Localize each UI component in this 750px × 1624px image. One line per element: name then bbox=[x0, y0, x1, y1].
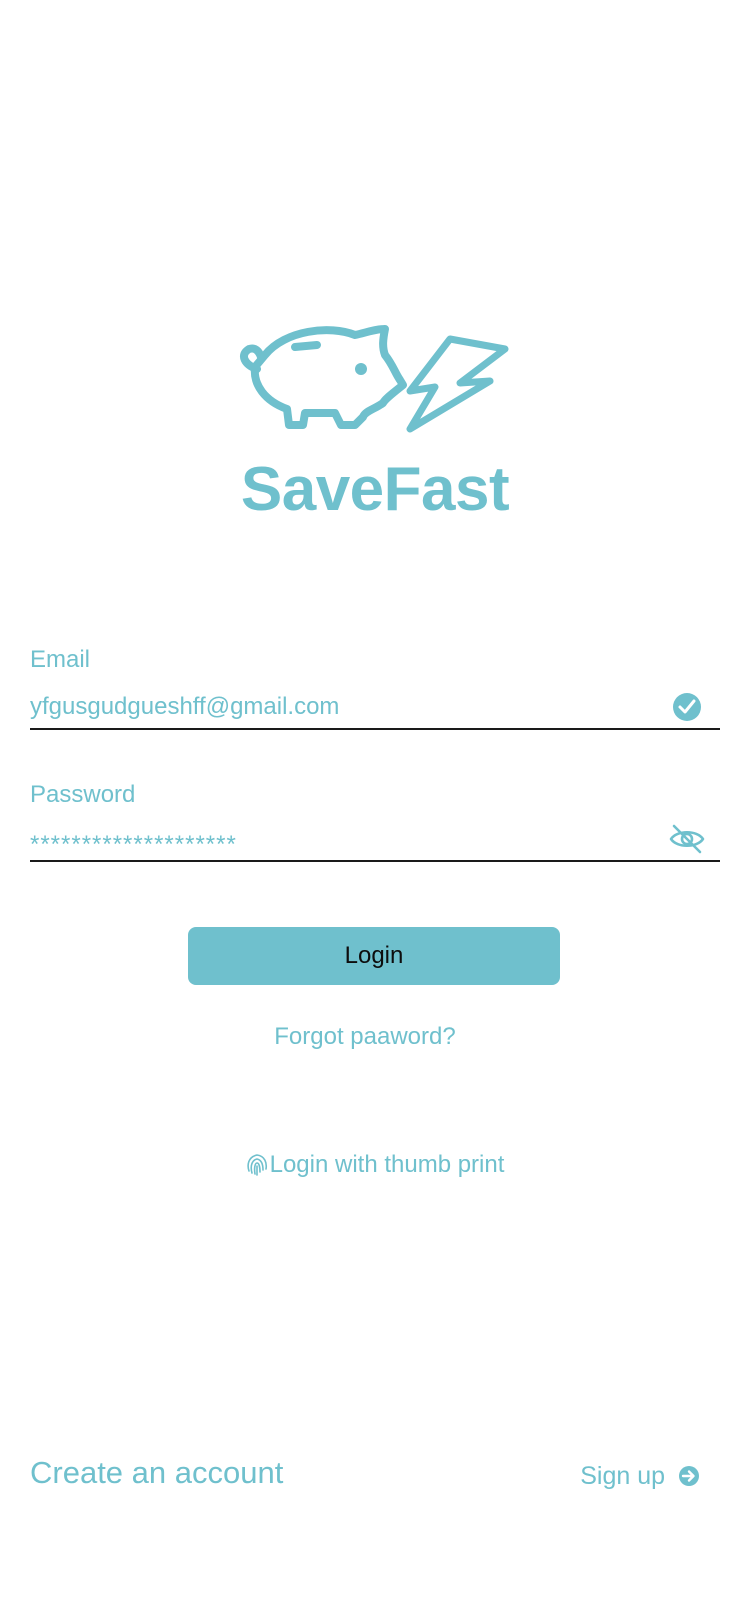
piggy-bank-lightning-icon bbox=[240, 325, 509, 433]
brand-name: SaveFast bbox=[240, 455, 510, 524]
login-button[interactable]: Login bbox=[188, 927, 560, 985]
email-value: yfgusgudgueshff@gmail.com bbox=[30, 693, 340, 720]
create-account-label: Create an account bbox=[30, 1455, 284, 1490]
email-label: Email bbox=[30, 646, 91, 673]
email-field[interactable]: yfgusgudgueshff@gmail.com bbox=[30, 686, 720, 730]
signup-link[interactable]: Sign up bbox=[580, 1460, 700, 1492]
eye-slash-icon[interactable] bbox=[668, 822, 706, 856]
arrow-right-circle-icon bbox=[679, 1466, 699, 1486]
password-field[interactable]: ******************** bbox=[30, 818, 720, 862]
signup-label: Sign up bbox=[580, 1462, 666, 1490]
check-circle-icon bbox=[673, 693, 701, 721]
fingerprint-icon bbox=[246, 1154, 267, 1176]
password-label: Password bbox=[30, 781, 136, 808]
thumbprint-login-label: Login with thumb print bbox=[269, 1151, 505, 1178]
app-logo: SaveFast bbox=[0, 325, 750, 525]
forgot-password-link[interactable]: Forgot paaword? bbox=[0, 1022, 730, 1052]
password-value: ******************** bbox=[30, 831, 237, 858]
thumbprint-login-link[interactable]: Login with thumb print bbox=[0, 1150, 750, 1180]
